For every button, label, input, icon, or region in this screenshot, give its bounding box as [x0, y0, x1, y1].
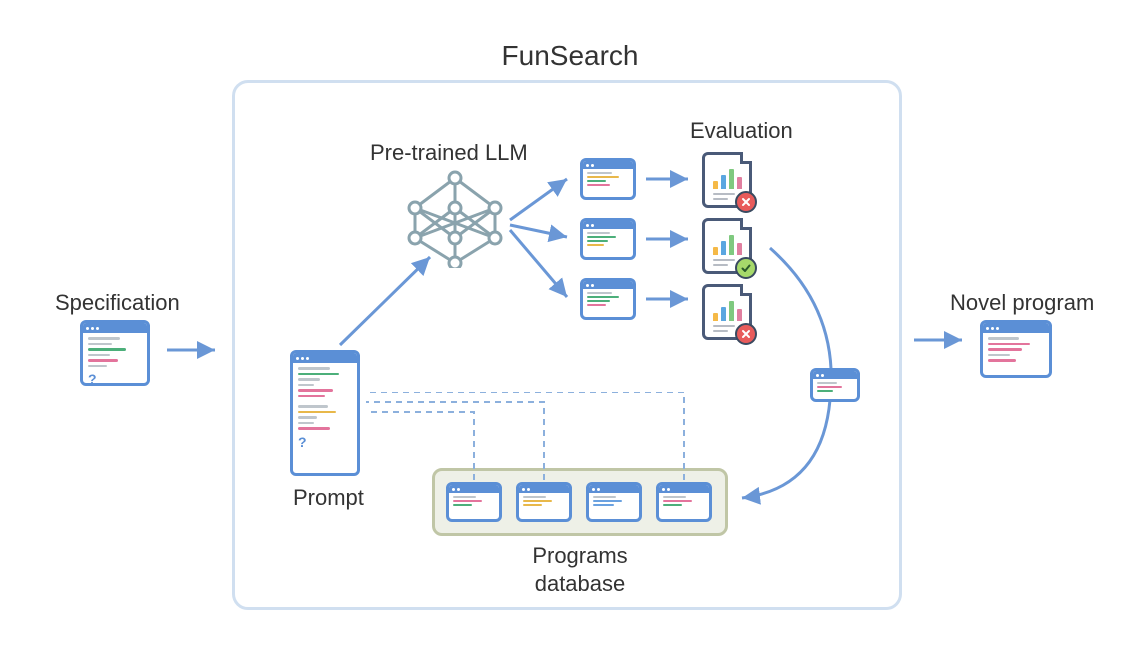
fail-badge-icon	[735, 191, 757, 213]
evaluation-label: Evaluation	[690, 118, 793, 144]
specification-card: ?	[80, 320, 150, 386]
novel-program-label: Novel program	[950, 290, 1094, 316]
db-item	[446, 482, 502, 522]
fail-badge-icon	[735, 323, 757, 345]
llm-label: Pre-trained LLM	[370, 140, 528, 166]
db-item	[586, 482, 642, 522]
eval-result-2	[702, 218, 752, 274]
question-mark-icon: ?	[88, 372, 142, 386]
llm-output-1	[580, 158, 636, 200]
db-item	[656, 482, 712, 522]
question-mark-icon: ?	[298, 435, 352, 449]
arrow-spec-to-box	[165, 340, 225, 360]
llm-output-3	[580, 278, 636, 320]
programs-database-label: Programs database	[532, 542, 627, 597]
eval-result-1	[702, 152, 752, 208]
prompt-label: Prompt	[293, 485, 364, 511]
arrow-box-to-output	[912, 330, 972, 350]
llm-output-2	[580, 218, 636, 260]
diagram-title: FunSearch	[502, 40, 639, 72]
neural-network-icon	[400, 168, 510, 268]
prompt-card: ?	[290, 350, 360, 476]
specification-label: Specification	[55, 290, 180, 316]
novel-program-card	[980, 320, 1052, 378]
pass-badge-icon	[735, 257, 757, 279]
db-item	[516, 482, 572, 522]
eval-result-3	[702, 284, 752, 340]
passed-program-card	[810, 368, 860, 402]
